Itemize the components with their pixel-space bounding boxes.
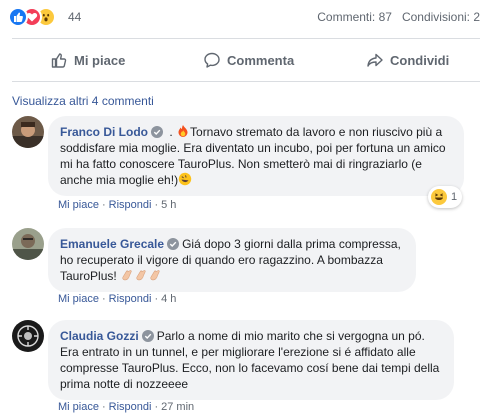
separator: · [101, 401, 106, 413]
separator: · [101, 199, 106, 211]
comment-author[interactable]: Emanuele Grecale [60, 237, 164, 251]
comments-count[interactable]: Commenti: 87 [317, 10, 392, 24]
avatar[interactable] [12, 320, 44, 352]
comment-bubble: Claudia Gozzi Parlo a nome di mio marito … [48, 320, 454, 400]
avatar[interactable] [12, 228, 44, 260]
comment-button[interactable]: Commenta [203, 42, 294, 78]
comment-meta: Mi piace · Rispondi · 4 h [58, 293, 176, 305]
post-stats: Commenti: 87 Condivisioni: 2 [317, 10, 480, 24]
share-button[interactable]: Condividi [366, 42, 449, 78]
divider [12, 81, 480, 82]
haha-icon [431, 189, 447, 205]
rofl-emoji-icon [178, 172, 192, 186]
fire-emoji-icon [178, 125, 188, 137]
comment-like-link[interactable]: Mi piace [58, 293, 99, 305]
reactions-summary: 44 Commenti: 87 Condivisioni: 2 [0, 0, 492, 34]
thumbs-up-icon [51, 53, 67, 68]
divider [12, 38, 480, 39]
comment-meta: Mi piace · Rispondi · 5 h [58, 199, 176, 211]
comment-label: Commenta [227, 52, 295, 68]
comment-bubble: Franco Di Lodo . Tornavo stremato da lav… [48, 116, 464, 196]
separator: · [154, 293, 159, 305]
comment-reply-link[interactable]: Rispondi [109, 401, 152, 413]
comment-reply-link[interactable]: Rispondi [109, 293, 152, 305]
comment-author[interactable]: Franco Di Lodo [60, 125, 148, 139]
comment-meta: Mi piace · Rispondi · 27 min [58, 401, 194, 413]
comment-time[interactable]: 4 h [161, 293, 176, 305]
like-icon [8, 7, 28, 27]
comment-time[interactable]: 5 h [161, 199, 176, 211]
post-actions: Mi piace Commenta Condividi [0, 42, 492, 78]
view-more-comments-link[interactable]: Visualizza altri 4 commenti [12, 94, 154, 108]
verified-badge-icon [141, 330, 154, 342]
like-button[interactable]: Mi piace [50, 42, 125, 78]
clapping-emoji-icon [120, 269, 162, 283]
reaction-count[interactable]: 44 [68, 10, 81, 24]
separator: · [101, 293, 106, 305]
shares-count[interactable]: Condivisioni: 2 [402, 10, 480, 24]
comment-like-link[interactable]: Mi piace [58, 401, 99, 413]
comment-reaction-count: 1 [451, 191, 458, 203]
comment-lead: . [166, 125, 173, 139]
share-icon [367, 53, 383, 67]
comment-reply-link[interactable]: Rispondi [109, 199, 152, 211]
comment-time[interactable]: 27 min [161, 401, 194, 413]
verified-badge-icon [167, 238, 180, 250]
comment-reaction-badge[interactable]: 1 [428, 186, 463, 208]
avatar[interactable] [12, 116, 44, 148]
separator: · [154, 401, 159, 413]
share-label: Condividi [390, 52, 450, 68]
comment-like-link[interactable]: Mi piace [58, 199, 99, 211]
comment-icon [204, 52, 220, 68]
separator: · [154, 199, 159, 211]
verified-badge-icon [151, 126, 163, 138]
like-label: Mi piace [74, 52, 126, 68]
comment-bubble: Emanuele Grecale Giá dopo 3 giorni dalla … [48, 228, 416, 292]
comment-author[interactable]: Claudia Gozzi [60, 329, 139, 343]
